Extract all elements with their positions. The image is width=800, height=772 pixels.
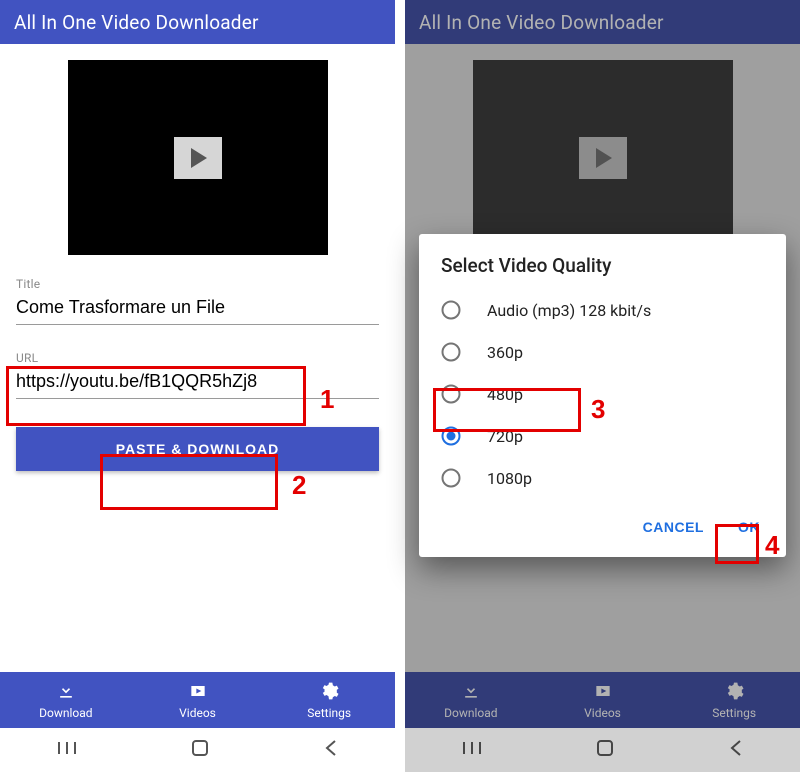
gear-icon xyxy=(319,681,339,704)
nav-videos[interactable]: Videos xyxy=(537,672,669,728)
quality-option-label: 360p xyxy=(487,343,523,362)
url-label: URL xyxy=(16,351,379,365)
video-preview xyxy=(473,60,733,255)
radio-icon xyxy=(441,384,461,404)
system-nav xyxy=(405,728,800,772)
recent-apps-button[interactable] xyxy=(461,740,483,760)
system-nav xyxy=(0,728,395,772)
nav-download-label: Download xyxy=(39,706,92,720)
url-field: URL xyxy=(16,351,379,399)
app-title: All In One Video Downloader xyxy=(419,11,664,34)
url-input[interactable] xyxy=(16,367,379,399)
app-title: All In One Video Downloader xyxy=(14,11,259,34)
quality-option-label: 1080p xyxy=(487,469,532,488)
quality-option[interactable]: Audio (mp3) 128 kbit/s xyxy=(419,289,786,331)
cancel-button[interactable]: CANCEL xyxy=(631,511,716,543)
nav-download[interactable]: Download xyxy=(0,672,132,728)
phone-left: All In One Video Downloader Title URL PA… xyxy=(0,0,395,772)
radio-selected-icon xyxy=(441,426,461,446)
radio-icon xyxy=(441,300,461,320)
recent-apps-button[interactable] xyxy=(56,740,78,760)
home-button[interactable] xyxy=(190,738,210,762)
home-button[interactable] xyxy=(595,738,615,762)
play-icon xyxy=(579,137,627,179)
quality-option[interactable]: 360p xyxy=(419,331,786,373)
quality-option-label: 720p xyxy=(487,427,523,446)
quality-option[interactable]: 480p xyxy=(419,373,786,415)
screen-content: U Select Video Quality Audio (mp3) 128 k… xyxy=(405,44,800,672)
nav-videos-label: Videos xyxy=(584,706,621,720)
title-label: Title xyxy=(16,277,379,291)
quality-option-label: Audio (mp3) 128 kbit/s xyxy=(487,301,651,320)
nav-videos-label: Videos xyxy=(179,706,216,720)
video-preview[interactable] xyxy=(68,60,328,255)
download-icon xyxy=(56,681,76,704)
videos-icon xyxy=(593,681,613,704)
nav-settings-label: Settings xyxy=(712,706,756,720)
title-field: Title xyxy=(16,277,379,325)
radio-icon xyxy=(441,342,461,362)
bottom-nav: Download Videos Settings xyxy=(405,672,800,728)
app-bar: All In One Video Downloader xyxy=(405,0,800,44)
title-input[interactable] xyxy=(16,293,379,325)
nav-settings[interactable]: Settings xyxy=(263,672,395,728)
back-button[interactable] xyxy=(728,738,744,762)
download-icon xyxy=(461,681,481,704)
quality-option[interactable]: 1080p xyxy=(419,457,786,499)
quality-option[interactable]: 720p xyxy=(419,415,786,457)
screen-content: Title URL PASTE & DOWNLOAD xyxy=(0,44,395,672)
nav-videos[interactable]: Videos xyxy=(132,672,264,728)
quality-option-label: 480p xyxy=(487,385,523,404)
play-icon xyxy=(174,137,222,179)
back-button[interactable] xyxy=(323,738,339,762)
paste-download-button[interactable]: PASTE & DOWNLOAD xyxy=(16,427,379,471)
dialog-title: Select Video Quality xyxy=(419,254,786,289)
bottom-nav: Download Videos Settings xyxy=(0,672,395,728)
nav-settings-label: Settings xyxy=(307,706,351,720)
app-bar: All In One Video Downloader xyxy=(0,0,395,44)
dialog-actions: CANCEL OK xyxy=(419,499,786,547)
nav-download-label: Download xyxy=(444,706,497,720)
ok-button[interactable]: OK xyxy=(726,511,772,543)
videos-icon xyxy=(188,681,208,704)
quality-dialog: Select Video Quality Audio (mp3) 128 kbi… xyxy=(419,234,786,557)
gear-icon xyxy=(724,681,744,704)
radio-icon xyxy=(441,468,461,488)
nav-settings[interactable]: Settings xyxy=(668,672,800,728)
phone-right: All In One Video Downloader U Select Vid… xyxy=(405,0,800,772)
nav-download[interactable]: Download xyxy=(405,672,537,728)
